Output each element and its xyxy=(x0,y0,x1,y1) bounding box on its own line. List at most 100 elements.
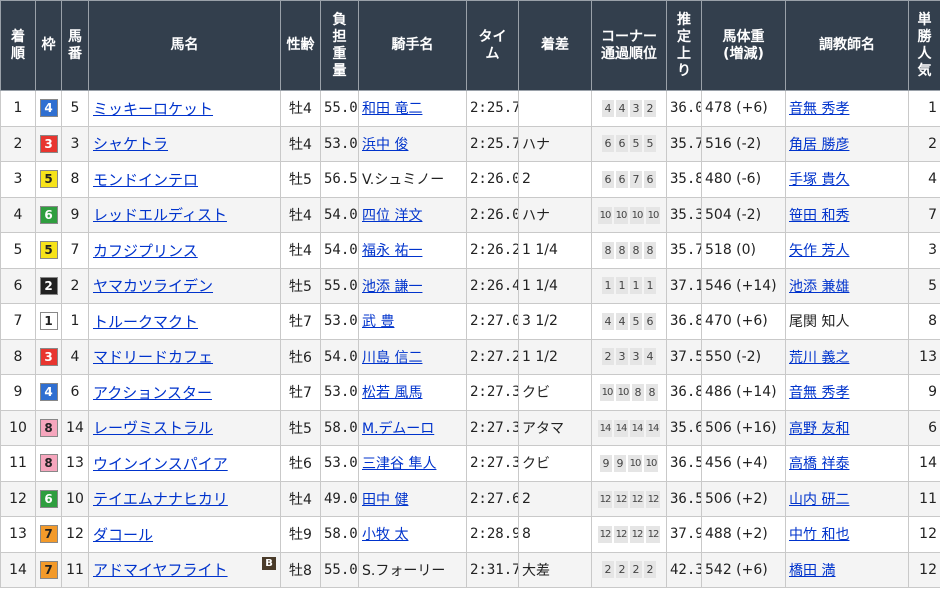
trainer-link[interactable]: 橋田 満 xyxy=(789,563,835,579)
finish-cell: 4 xyxy=(0,196,36,233)
last-3f-cell: 35.7 xyxy=(666,125,702,162)
horse-name-link[interactable]: アクションスター xyxy=(93,384,212,402)
last-3f-cell: 35.6 xyxy=(666,409,702,446)
corner-position: 4 xyxy=(616,312,628,330)
jockey-cell: 福永 祐一 xyxy=(358,232,467,269)
horse-name-link[interactable]: レッドエルディスト xyxy=(93,206,227,224)
finish-cell: 1 xyxy=(0,90,36,127)
horse-name-link[interactable]: カフジプリンス xyxy=(93,242,198,260)
trainer-link[interactable]: 角居 勝彦 xyxy=(789,137,849,153)
weight-cell: 53.0 xyxy=(320,303,359,340)
trainer-link[interactable]: 中竹 和也 xyxy=(789,527,849,543)
corner-position: 10 xyxy=(646,206,660,224)
trainer-link[interactable]: 高橋 祥泰 xyxy=(789,456,849,472)
header-finish: 着順 xyxy=(0,0,36,91)
jockey-link[interactable]: 福永 祐一 xyxy=(362,243,422,259)
header-trainer[interactable]: 調教師名 xyxy=(785,0,909,91)
jockey-link[interactable]: 松若 風馬 xyxy=(362,385,422,401)
trainer-cell: 中竹 和也 xyxy=(785,516,909,553)
horse-name-link[interactable]: レーヴミストラル xyxy=(93,419,213,437)
jockey-link[interactable]: 池添 謙一 xyxy=(362,279,422,295)
frame-cell: 1 xyxy=(35,303,62,340)
last-3f-cell: 36.5 xyxy=(666,480,702,517)
sex-age-cell: 牡9 xyxy=(280,516,321,553)
trainer-link[interactable]: 音無 秀孝 xyxy=(789,101,849,117)
last-3f-cell: 36.8 xyxy=(666,374,702,411)
header-bodyweight: 馬体重 (増減) xyxy=(701,0,786,91)
time-cell: 2:27.3 xyxy=(466,374,519,411)
finish-cell: 6 xyxy=(0,267,36,304)
popularity-cell: 11 xyxy=(908,480,940,517)
jockey-link[interactable]: 川島 信二 xyxy=(362,350,422,366)
horse-name-link[interactable]: ヤマカツライデン xyxy=(93,277,213,295)
trainer-link[interactable]: 山内 研二 xyxy=(789,492,849,508)
frame-badge: 4 xyxy=(39,99,58,118)
weight-cell: 56.5 xyxy=(320,161,359,198)
jockey-link[interactable]: 浜中 俊 xyxy=(362,137,408,153)
trainer-link[interactable]: 矢作 芳人 xyxy=(789,243,849,259)
corner-positions-cell: 10 10 10 10 xyxy=(591,196,667,233)
time-cell: 2:28.9 xyxy=(466,516,519,553)
jockey-cell: 川島 信二 xyxy=(358,338,467,375)
horse-name-link[interactable]: トルークマクト xyxy=(93,313,198,331)
jockey-cell: 和田 竜二 xyxy=(358,90,467,127)
popularity-cell: 7 xyxy=(908,196,940,233)
corner-position: 6 xyxy=(602,135,614,153)
corner-positions-cell: 8888 xyxy=(591,232,667,269)
trainer-link[interactable]: 音無 秀孝 xyxy=(789,385,849,401)
horse-name-link[interactable]: マドリードカフェ xyxy=(93,348,213,366)
trainer-cell: 矢作 芳人 xyxy=(785,232,909,269)
trainer-link[interactable]: 荒川 義之 xyxy=(789,350,849,366)
trainer-link[interactable]: 池添 兼雄 xyxy=(789,279,849,295)
finish-cell: 7 xyxy=(0,303,36,340)
jockey-link[interactable]: M.デムーロ xyxy=(362,421,434,437)
jockey-link[interactable]: 四位 洋文 xyxy=(362,208,422,224)
corner-position: 14 xyxy=(630,419,644,437)
corner-position: 1 xyxy=(616,277,628,295)
horse-name-link[interactable]: シャケトラ xyxy=(93,135,168,153)
horse-name-cell: モンドインテロ xyxy=(88,161,281,198)
horse-name-link[interactable]: ウインインスパイア xyxy=(93,455,228,473)
frame-cell: 8 xyxy=(35,445,62,482)
frame-cell: 6 xyxy=(35,196,62,233)
corner-position: 4 xyxy=(602,99,614,117)
jockey-link[interactable]: 田中 健 xyxy=(362,492,408,508)
time-cell: 2:27.2 xyxy=(466,338,519,375)
jockey-cell: 四位 洋文 xyxy=(358,196,467,233)
weight-cell: 55.0 xyxy=(320,551,359,588)
weight-cell: 53.0 xyxy=(320,374,359,411)
time-cell: 2:26.0 xyxy=(466,161,519,198)
horse-name-link[interactable]: モンドインテロ xyxy=(93,171,198,189)
trainer-link[interactable]: 高野 友和 xyxy=(789,421,849,437)
frame-badge: 8 xyxy=(39,418,58,437)
frame-cell: 3 xyxy=(35,125,62,162)
horse-name-link[interactable]: ダコール xyxy=(93,526,153,544)
frame-cell: 5 xyxy=(35,232,62,269)
corner-positions-cell: 4456 xyxy=(591,303,667,340)
frame-cell: 7 xyxy=(35,551,62,588)
trainer-link[interactable]: 手塚 貴久 xyxy=(789,172,849,188)
corner-positions-cell: 14 14 14 14 xyxy=(591,409,667,446)
jockey-link[interactable]: 小牧 太 xyxy=(362,527,408,543)
finish-cell: 10 xyxy=(0,409,36,446)
corner-position: 12 xyxy=(646,526,660,544)
jockey-link[interactable]: 武 豊 xyxy=(362,314,394,330)
last-3f-cell: 35.8 xyxy=(666,161,702,198)
header-horse[interactable]: 馬名 xyxy=(88,0,281,91)
jockey-link[interactable]: 三津谷 隼人 xyxy=(362,456,436,472)
trainer-link[interactable]: 笹田 和秀 xyxy=(789,208,849,224)
horse-name-cell: ウインインスパイア xyxy=(88,445,281,482)
trainer-cell: 高橋 祥泰 xyxy=(785,445,909,482)
last-3f-cell: 37.9 xyxy=(666,516,702,553)
jockey-link[interactable]: 和田 竜二 xyxy=(362,101,422,117)
result-row: 1 4 5 ミッキーロケット 牡4 55.0 和田 竜二 2:25.7 4 4 3 2 36.0 478 … xyxy=(0,90,940,127)
time-cell: 2:26.4 xyxy=(466,267,519,304)
time-cell: 2:27.3 xyxy=(466,445,519,482)
horse-name-link[interactable]: テイエムナナヒカリ xyxy=(93,490,228,508)
jockey-cell: 三津谷 隼人 xyxy=(358,445,467,482)
horse-name-link[interactable]: アドマイヤフライト xyxy=(93,561,228,579)
frame-badge: 1 xyxy=(39,312,58,331)
horse-name-link[interactable]: ミッキーロケット xyxy=(93,100,213,118)
corner-position: 4 xyxy=(602,312,614,330)
header-jockey[interactable]: 騎手名 xyxy=(358,0,467,91)
